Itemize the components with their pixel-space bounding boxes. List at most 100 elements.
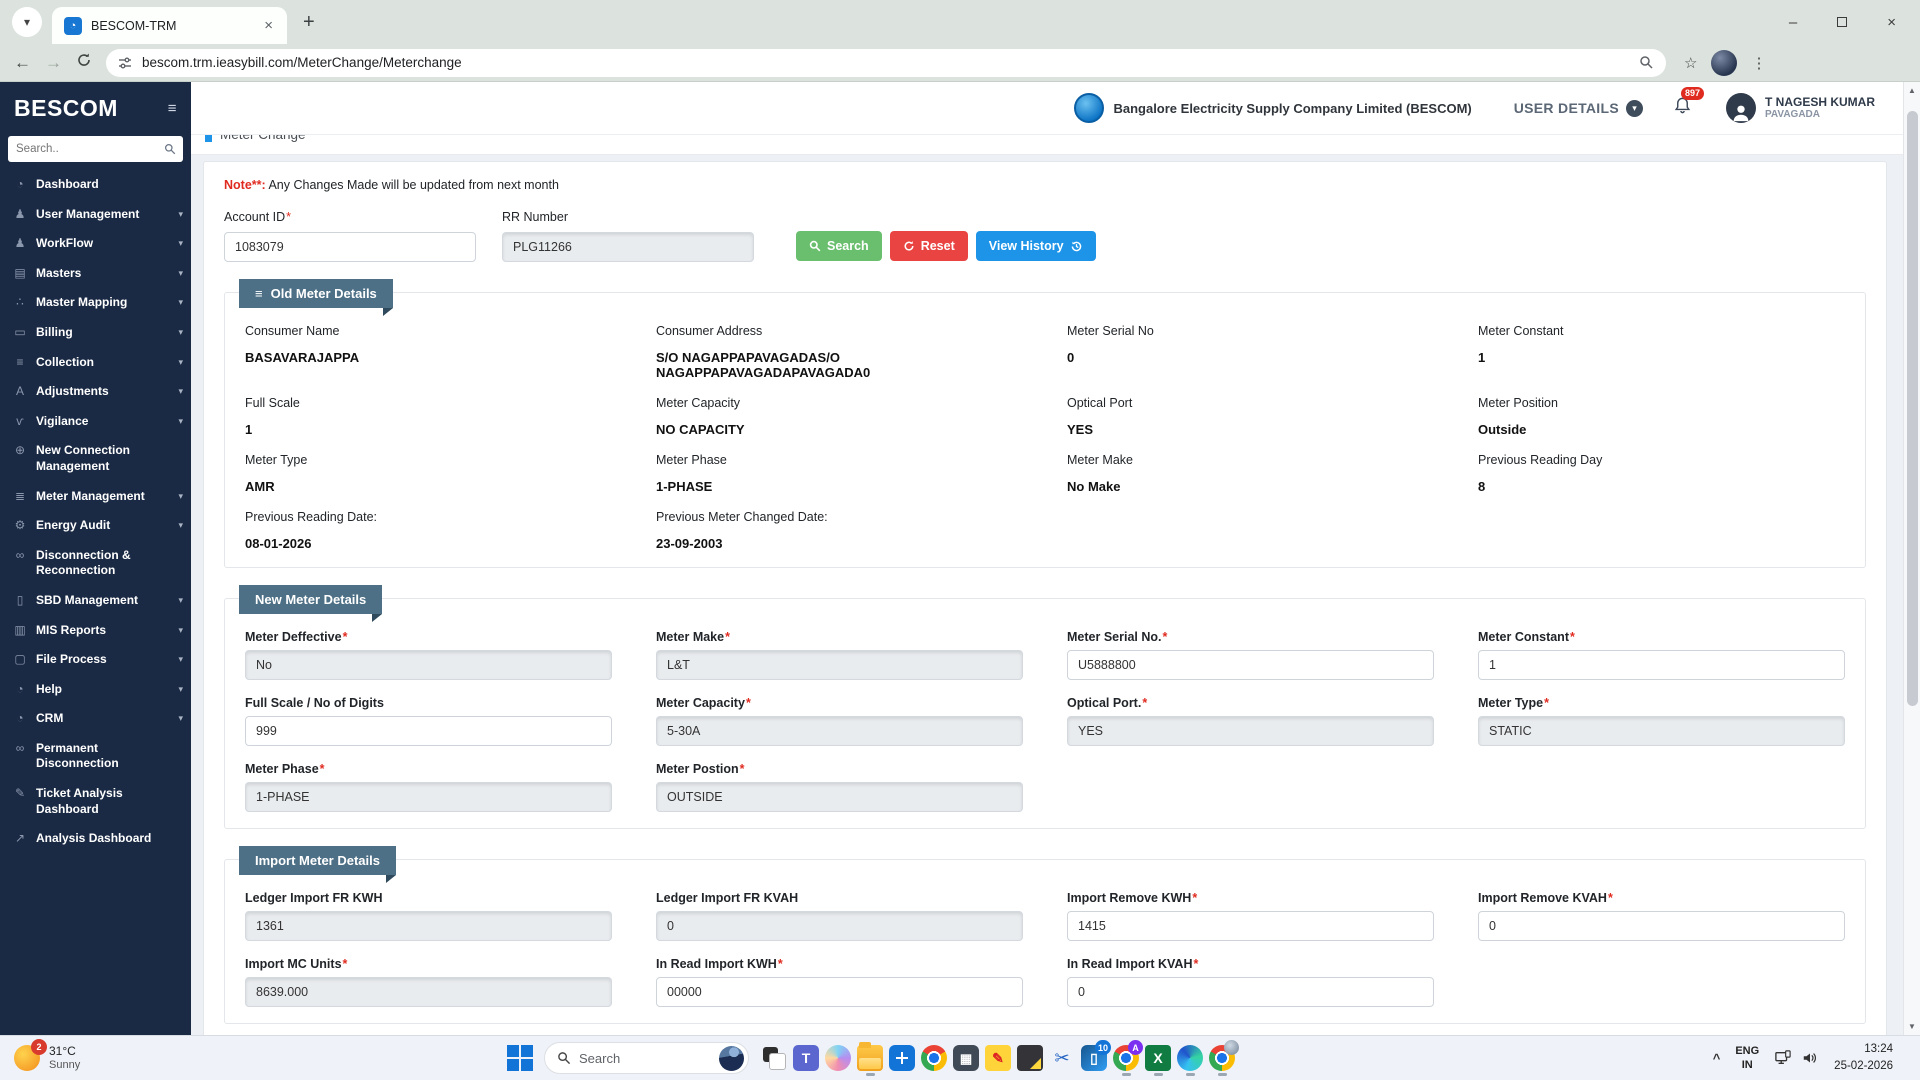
site-settings-icon[interactable] [118, 56, 132, 70]
browser-profile-avatar[interactable] [1711, 49, 1738, 76]
form-field-label: Ledger Import FR KVAH [656, 891, 799, 905]
required-asterisk: * [342, 957, 348, 971]
sidebar-item-billing[interactable]: ▭ Billing ▾ [0, 318, 191, 348]
reload-button[interactable] [76, 52, 92, 73]
phone-link-icon[interactable]: ▯ 10 [1078, 1040, 1111, 1076]
teams-icon[interactable]: T [790, 1040, 822, 1076]
sticky-notes-icon[interactable] [1014, 1040, 1046, 1076]
import-remove-kwh-input[interactable] [1067, 911, 1434, 941]
sidebar-item-label: Energy Audit [36, 518, 111, 533]
sidebar-item-analysis-dashboard[interactable]: ↗ Analysis Dashboard [0, 824, 191, 854]
sidebar-item-energy-audit[interactable]: ⚙ Energy Audit ▾ [0, 511, 191, 541]
chrome-profile2-icon[interactable] [1206, 1040, 1239, 1076]
window-minimize-button[interactable]: – [1789, 15, 1797, 30]
sidebar-item-vigilance[interactable]: ѵ Vigilance ▾ [0, 407, 191, 437]
sidebar-item-permanent-disconnection[interactable]: ∞ Permanent Disconnection [0, 734, 191, 779]
language-indicator[interactable]: ENG IN [1735, 1044, 1759, 1073]
address-bar[interactable]: bescom.trm.ieasybill.com/MeterChange/Met… [106, 48, 1666, 77]
regional-keyboard-icon[interactable]: ✎ [982, 1040, 1014, 1076]
browser-menu-icon[interactable]: ⋮ [1751, 54, 1767, 72]
sidebar-item-dashboard[interactable]: ◔ Dashboard [0, 170, 191, 200]
bookmark-star-icon[interactable]: ☆ [1684, 54, 1697, 72]
reset-button[interactable]: Reset [889, 231, 968, 261]
sidebar-item-crm[interactable]: ◔ CRM ▾ [0, 704, 191, 734]
sidebar-item-collection[interactable]: ≡ Collection ▾ [0, 348, 191, 378]
excel-icon[interactable]: X [1142, 1040, 1174, 1076]
taskbar-search-box[interactable]: Search [544, 1042, 749, 1074]
weather-widget[interactable]: 2 31°C Sunny [14, 1039, 80, 1073]
scrollbar-thumb[interactable] [1906, 111, 1918, 706]
sidebar-item-label: File Process [36, 652, 107, 667]
clock[interactable]: 13:24 25-02-2026 [1834, 1041, 1893, 1074]
hamburger-menu-icon[interactable]: ≡ [168, 100, 177, 117]
in-read-import-kwh-input[interactable] [656, 977, 1023, 1007]
tray-chevron-up-icon[interactable]: ^ [1713, 1051, 1721, 1066]
form-field: Meter Deffective* [245, 630, 612, 680]
sidebar-item-label: Disconnection & Reconnection [36, 547, 131, 578]
new-tab-button[interactable]: + [303, 11, 315, 34]
new-meter-details-section: New Meter Details Meter Deffective* Mete… [224, 585, 1866, 829]
chevron-down-icon: ▾ [178, 594, 183, 605]
task-view-icon[interactable] [758, 1040, 790, 1076]
start-button[interactable] [505, 1043, 535, 1073]
form-field-label: Meter Postion* [656, 762, 745, 776]
sidebar-item-help[interactable]: ◔ Help ▾ [0, 675, 191, 705]
sidebar-item-master-mapping[interactable]: ∴ Master Mapping ▾ [0, 288, 191, 318]
snipping-tool-icon[interactable]: ✂ [1046, 1040, 1078, 1076]
user-icon: ♟ [14, 206, 26, 221]
page-scrollbar[interactable]: ▲ ▼ [1903, 82, 1920, 1035]
sidebar-item-new-connection-management[interactable]: ⊕ New Connection Management [0, 436, 191, 481]
calculator-icon[interactable]: ▦ [950, 1040, 982, 1076]
network-icon[interactable] [1774, 1050, 1792, 1066]
import-mc-units-input [245, 977, 612, 1007]
volume-icon[interactable] [1801, 1050, 1819, 1066]
meter-serial-no-input[interactable] [1067, 650, 1434, 680]
sidebar-item-adjustments[interactable]: A Adjustments ▾ [0, 377, 191, 407]
window-maximize-button[interactable] [1837, 17, 1848, 27]
window-close-button[interactable]: × [1887, 15, 1896, 30]
sidebar-item-mis-reports[interactable]: ▥ MIS Reports ▾ [0, 616, 191, 646]
sidebar-item-label: Help [36, 681, 63, 696]
file-explorer-icon[interactable] [854, 1040, 886, 1076]
icon-badge [1224, 1040, 1239, 1055]
microsoft-store-icon[interactable] [886, 1040, 918, 1076]
open-indicator [1153, 1073, 1163, 1076]
sidebar-item-masters[interactable]: ▤ Masters ▾ [0, 259, 191, 289]
meter-constant-input[interactable] [1478, 650, 1845, 680]
in-read-import-kvah-input[interactable] [1067, 977, 1434, 1007]
user-avatar[interactable] [1726, 93, 1756, 123]
sidebar-item-user-management[interactable]: ♟ User Management ▾ [0, 200, 191, 230]
search-lens-icon[interactable] [1639, 55, 1654, 70]
scroll-up-arrow[interactable]: ▲ [1908, 82, 1916, 99]
tab-close-icon[interactable]: × [262, 17, 275, 34]
sidebar-item-meter-management[interactable]: ≣ Meter Management ▾ [0, 482, 191, 512]
scroll-down-arrow[interactable]: ▼ [1908, 1018, 1916, 1035]
view-history-button[interactable]: View History [975, 231, 1096, 261]
chrome-profile-icon[interactable]: A [1110, 1040, 1143, 1076]
tab-search-button[interactable]: ▾ [12, 7, 42, 37]
sidebar-item-sbd-management[interactable]: ▯ SBD Management ▾ [0, 586, 191, 616]
notifications-button[interactable]: 897 [1673, 87, 1705, 120]
search-button[interactable]: Search [796, 231, 882, 261]
browser-tab-strip: ▾ ◔ BESCOM-TRM × + – × [0, 0, 1920, 44]
account-id-input[interactable] [224, 232, 476, 262]
browser-tab[interactable]: ◔ BESCOM-TRM × [52, 7, 287, 44]
footer-text: 2026 © Idea Infinity IT Solutions (P)Ltd… [224, 1024, 1866, 1035]
detail-field: Meter Make No Make [1067, 453, 1434, 494]
sidebar-item-disconnection-reconnection[interactable]: ∞ Disconnection & Reconnection [0, 541, 191, 586]
required-asterisk: * [1569, 630, 1575, 644]
chrome-icon[interactable] [918, 1040, 950, 1076]
rr-number-input [502, 232, 754, 262]
sidebar-search-input[interactable] [8, 136, 183, 162]
sidebar-item-workflow[interactable]: ♟ WorkFlow ▾ [0, 229, 191, 259]
url-text[interactable]: bescom.trm.ieasybill.com/MeterChange/Met… [142, 55, 462, 70]
user-details-menu[interactable]: USER DETAILS ▾ [1514, 99, 1643, 117]
sidebar-item-ticket-analysis-dashboard[interactable]: ✎ Ticket Analysis Dashboard [0, 779, 191, 824]
full-scale-digits-input[interactable] [245, 716, 612, 746]
sidebar-item-file-process[interactable]: ▢ File Process ▾ [0, 645, 191, 675]
import-remove-kvah-input[interactable] [1478, 911, 1845, 941]
copilot-icon[interactable] [822, 1040, 854, 1076]
forward-button[interactable]: → [45, 53, 62, 73]
edge-icon[interactable] [1174, 1040, 1206, 1076]
back-button[interactable]: ← [14, 53, 31, 73]
